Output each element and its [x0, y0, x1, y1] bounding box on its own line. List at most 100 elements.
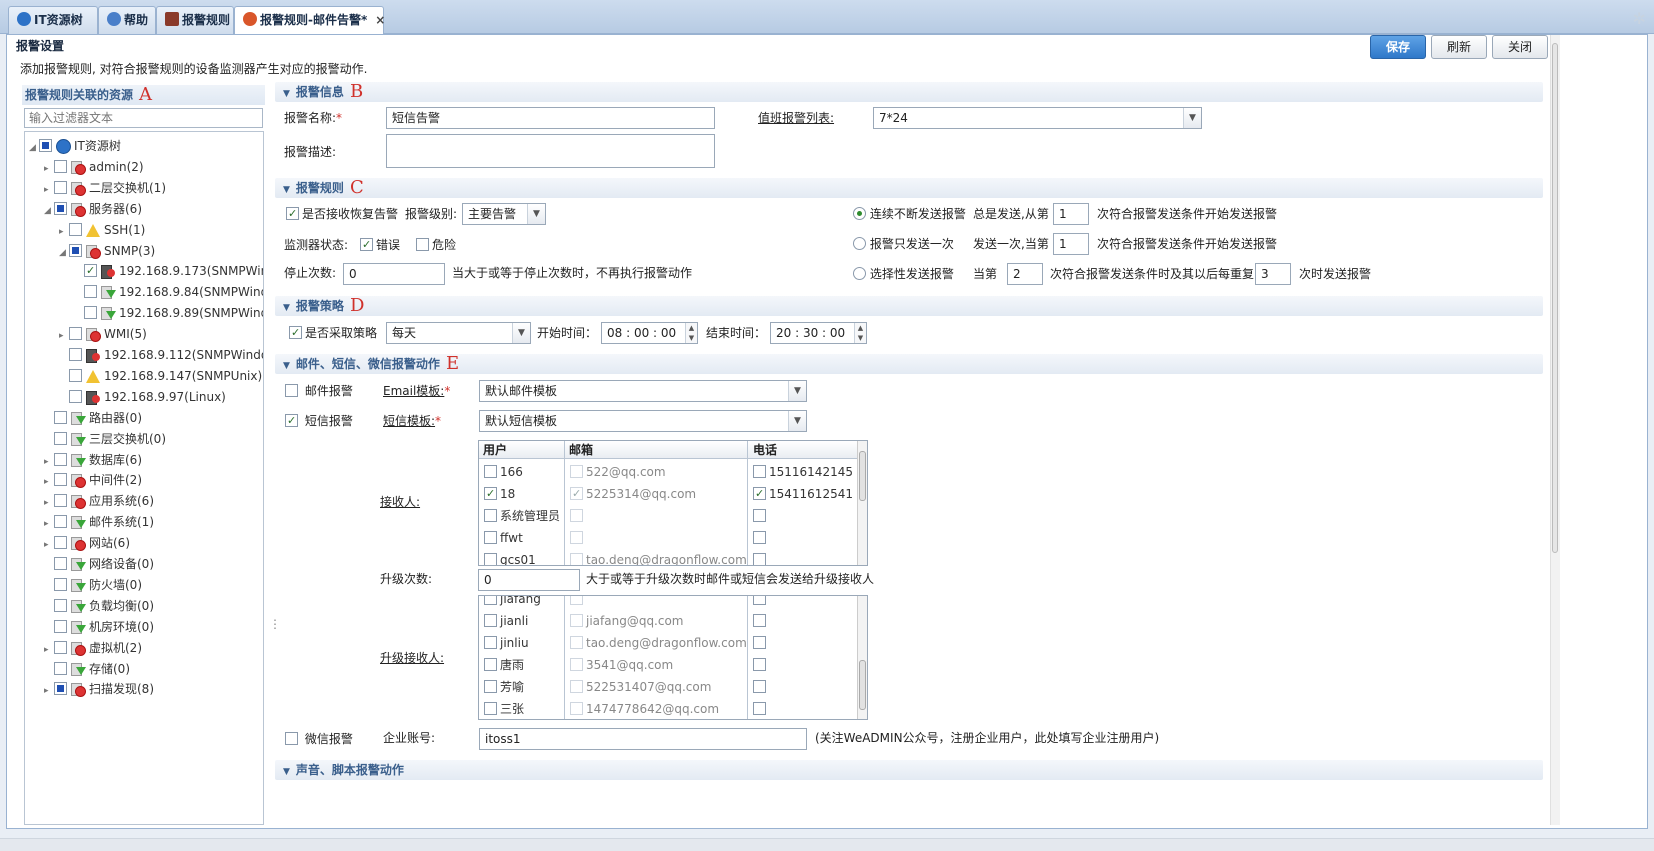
checkbox[interactable]	[753, 487, 766, 500]
upgrade-mail-cell[interactable]: 522531407@qq.com	[570, 676, 711, 698]
checkbox[interactable]	[753, 636, 766, 649]
checkbox[interactable]	[84, 264, 97, 278]
checkbox[interactable]	[69, 243, 82, 257]
checkbox[interactable]	[54, 661, 67, 675]
tree-node[interactable]: ▸ 数据库(6)	[44, 450, 142, 470]
checkbox[interactable]	[484, 614, 497, 627]
tree-node[interactable]: 路由器(0)	[44, 408, 142, 428]
upgrade-user-cell[interactable]: 芳喻	[484, 676, 524, 698]
send-selective-radio[interactable]: 选择性发送报警	[853, 264, 954, 284]
checkbox[interactable]	[69, 348, 82, 361]
corp-account-input[interactable]: itoss1	[479, 728, 807, 750]
checkbox[interactable]	[286, 207, 299, 220]
checkbox[interactable]	[285, 414, 298, 427]
expand-right-icon[interactable]: ▸	[44, 159, 54, 179]
checkbox[interactable]	[69, 389, 82, 403]
upgrade-user-cell[interactable]: jianli	[484, 610, 528, 632]
duty-list-select[interactable]: 7*24 ▼	[873, 107, 1202, 129]
spinner-icon[interactable]: ▲ ▼	[685, 323, 697, 343]
checkbox[interactable]	[54, 452, 67, 466]
upgrade-mail-cell[interactable]: tao.deng@dragonflow.com	[570, 632, 747, 654]
opt3-repeat-input[interactable]: 3	[1255, 263, 1291, 285]
tree-node[interactable]: 192.168.9.84(SNMPWindows)	[74, 282, 263, 302]
checkbox[interactable]	[753, 702, 766, 715]
checkbox[interactable]	[753, 658, 766, 671]
tab-alarm-rule[interactable]: 报警规则	[156, 6, 234, 34]
checkbox[interactable]	[570, 553, 583, 565]
checkbox[interactable]	[570, 614, 583, 627]
filter-input[interactable]	[24, 108, 263, 128]
tree-node[interactable]: ◢ SNMP(3)	[59, 241, 155, 261]
checkbox[interactable]	[84, 285, 97, 299]
tree-node[interactable]: 192.168.9.147(SNMPUnix)	[59, 366, 262, 386]
checkbox[interactable]	[753, 553, 766, 565]
upgrade-phone-cell[interactable]	[753, 610, 769, 632]
checkbox[interactable]	[54, 557, 67, 570]
receiver-user-cell[interactable]: ffwt	[484, 527, 523, 549]
chevron-down-icon[interactable]: ▼	[512, 323, 530, 343]
sms-template-label-text[interactable]: 短信模板:	[383, 414, 435, 428]
tab-alarm-mail[interactable]: 报警规则-邮件告警* ×	[234, 6, 385, 34]
upgrade-user-cell[interactable]: jinliu	[484, 632, 529, 654]
email-template-label-text[interactable]: Email模板:	[383, 384, 444, 398]
receiver-mail-cell[interactable]: tao.deng@dragonflow.com	[570, 549, 747, 565]
checkbox[interactable]	[570, 636, 583, 649]
tab-it-tree[interactable]: IT资源树	[8, 6, 98, 34]
upgrade-user-cell[interactable]: 三张	[484, 698, 524, 719]
checkbox[interactable]	[570, 509, 583, 522]
checkbox[interactable]	[753, 465, 766, 478]
checkbox[interactable]	[484, 596, 497, 605]
radio-button[interactable]	[853, 207, 866, 220]
checkbox[interactable]	[753, 614, 766, 627]
checkbox[interactable]	[54, 536, 67, 550]
radio-button[interactable]	[853, 267, 866, 280]
receiver-user-cell[interactable]: 系统管理员	[484, 505, 560, 527]
send-once-radio[interactable]: 报警只发送一次	[853, 234, 954, 254]
tree-node[interactable]: ▸ 网站(6)	[44, 533, 130, 553]
receivers-label[interactable]: 接收人:	[380, 492, 420, 512]
tree-node[interactable]: ▸ 扫描发现(8)	[44, 679, 154, 699]
checkbox[interactable]	[54, 159, 67, 173]
expand-right-icon[interactable]: ▸	[44, 180, 54, 200]
receiver-phone-cell[interactable]: 15411612541	[753, 483, 853, 505]
upgrade-phone-cell[interactable]	[753, 632, 769, 654]
error-checkbox[interactable]: 错误	[360, 235, 400, 255]
panel-splitter-handle[interactable]: ⋮	[269, 617, 281, 631]
checkbox[interactable]	[54, 640, 67, 654]
checkbox[interactable]	[570, 702, 583, 715]
expand-right-icon[interactable]: ▸	[44, 640, 54, 660]
checkbox[interactable]	[570, 680, 583, 693]
checkbox[interactable]	[570, 658, 583, 671]
receiver-user-cell[interactable]: 166	[484, 461, 523, 483]
upgrade-phone-cell[interactable]	[753, 654, 769, 676]
tree-node[interactable]: 192.168.9.173(SNMPWindows)	[74, 261, 263, 281]
checkbox[interactable]	[484, 658, 497, 671]
expand-right-icon[interactable]: ▸	[44, 681, 54, 701]
send-continuous-radio[interactable]: 连续不断发送报警	[853, 204, 966, 224]
section-mail-sms-wechat[interactable]: ▼ 邮件、短信、微信报警动作 E	[275, 354, 1543, 374]
receiver-mail-cell[interactable]: 5225314@qq.com	[570, 483, 696, 505]
stop-count-input[interactable]: 0	[343, 263, 445, 285]
alarm-desc-textarea[interactable]	[386, 134, 715, 168]
recover-alarm-checkbox[interactable]: 是否接收恢复告警	[286, 204, 398, 224]
email-alarm-checkbox[interactable]: 邮件报警	[285, 381, 353, 401]
tree-node[interactable]: 192.168.9.89(SNMPWindows)	[74, 303, 263, 323]
upgrade-count-input[interactable]: 0	[478, 569, 580, 591]
alarm-name-input[interactable]: 短信告警	[386, 107, 715, 129]
checkbox[interactable]	[289, 326, 302, 339]
checkbox[interactable]	[285, 384, 298, 397]
expand-down-icon[interactable]: ◢	[44, 201, 54, 221]
tree-node[interactable]: 负载均衡(0)	[44, 596, 154, 616]
checkbox[interactable]	[69, 222, 82, 236]
tree-node[interactable]: 网络设备(0)	[44, 554, 154, 574]
spinner-icon[interactable]: ▲ ▼	[854, 323, 866, 343]
expand-right-icon[interactable]: ▸	[59, 222, 69, 242]
checkbox[interactable]	[54, 180, 67, 194]
tree-node[interactable]: ▸ 邮件系统(1)	[44, 512, 154, 532]
checkbox[interactable]	[54, 201, 67, 215]
chevron-down-icon[interactable]: ▼	[1183, 108, 1201, 128]
upgrade-mail-cell[interactable]	[570, 596, 586, 610]
checkbox[interactable]	[484, 680, 497, 693]
tree-node[interactable]: 防火墙(0)	[44, 575, 142, 595]
opt3-count-input[interactable]: 2	[1007, 263, 1043, 285]
